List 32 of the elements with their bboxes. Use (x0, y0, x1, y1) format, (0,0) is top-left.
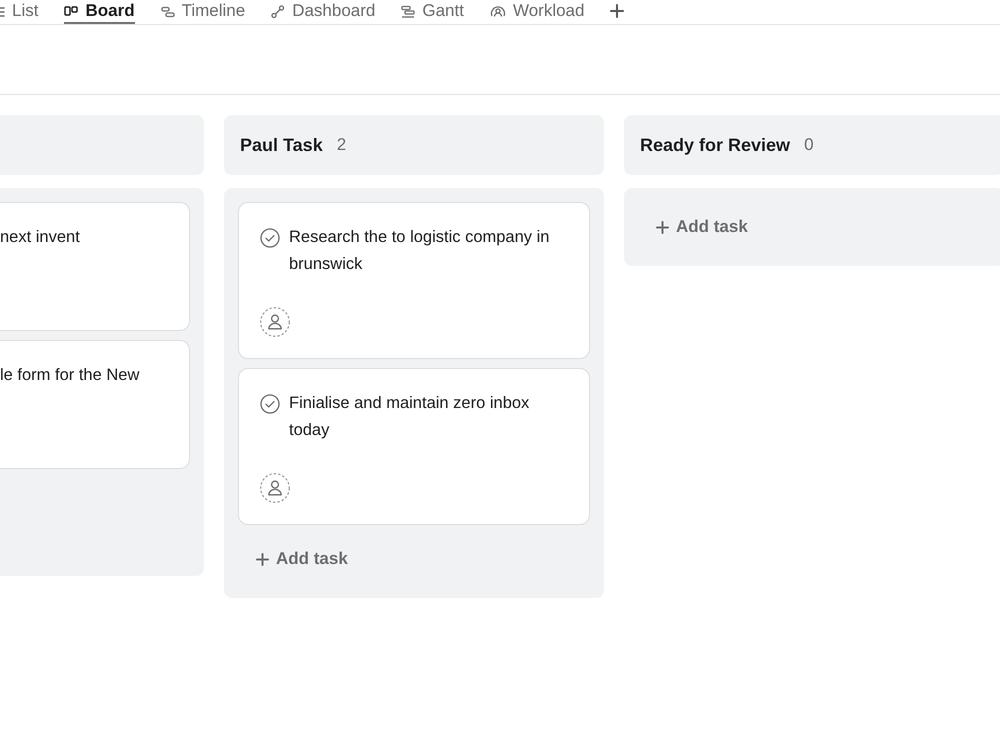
add-task-button[interactable]: Add task (256, 549, 348, 569)
check-circle-icon[interactable] (260, 228, 280, 248)
plus-icon (656, 220, 669, 234)
task-count: 0 (804, 135, 814, 155)
task-card[interactable]: next invent (0, 202, 190, 331)
check-circle-icon[interactable] (260, 394, 280, 414)
person-placeholder-icon[interactable] (260, 307, 290, 337)
kanban-icon (64, 5, 78, 19)
task-title: le form for the New (0, 365, 140, 386)
nodes-icon (271, 5, 286, 19)
task-title: next invent (0, 227, 81, 248)
gauge-icon (490, 5, 506, 19)
view-tab[interactable]: Workload (490, 0, 584, 24)
task-title: Research the to logistic company in brunswick (289, 227, 550, 275)
task-card[interactable]: le form for the New (0, 340, 190, 469)
column-title: Ready for Review (640, 134, 790, 156)
plus-icon (256, 552, 269, 566)
person-placeholder-icon[interactable] (260, 473, 290, 503)
view-tab[interactable]: Gantt (401, 0, 464, 24)
task-card[interactable]: Finialise and maintain zero inbox today (238, 368, 590, 525)
task-count: 2 (336, 135, 346, 155)
add-task-button[interactable]: Add task (656, 217, 748, 237)
plus-icon (610, 4, 624, 18)
view-tab[interactable]: List (0, 0, 38, 24)
column-title: Paul Task (240, 134, 323, 156)
gantt-icon (401, 5, 416, 19)
task-card[interactable]: Research the to logistic company in brunswick (238, 202, 590, 359)
view-tab[interactable]: Board (64, 0, 135, 24)
view-tab[interactable]: Timeline (160, 0, 246, 24)
timeline-icon (160, 5, 175, 19)
view-tab[interactable]: Dashboard (271, 0, 376, 24)
task-title: Finialise and maintain zero inbox today (289, 393, 530, 441)
